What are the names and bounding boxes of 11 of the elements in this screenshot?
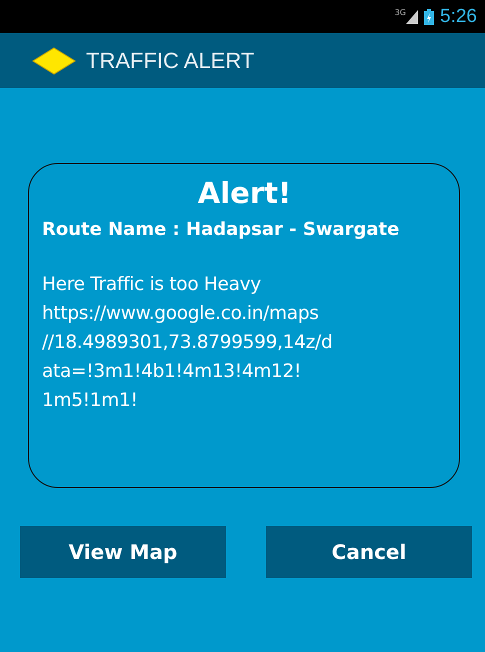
- alert-message: Here Traffic is too Heavy https://www.google.co.in/maps //18.4989301,73.8799599,14z/d ata=!3m1!4b1!4m13!4m12! 1m5!1m1!: [42, 273, 334, 413]
- view-map-button[interactable]: View Map: [20, 526, 226, 578]
- route-name: Route Name : Hadapsar - Swargate: [42, 218, 400, 242]
- road-sign-icon: [32, 46, 76, 74]
- signal-icon: [406, 10, 418, 24]
- network-label: 3G: [394, 8, 406, 17]
- alert-title: Alert!: [196, 176, 292, 210]
- clock-time: 5:26: [440, 6, 477, 28]
- battery-icon: [424, 8, 434, 24]
- app-title: TRAFFIC ALERT: [86, 48, 254, 74]
- cancel-button[interactable]: Cancel: [266, 526, 472, 578]
